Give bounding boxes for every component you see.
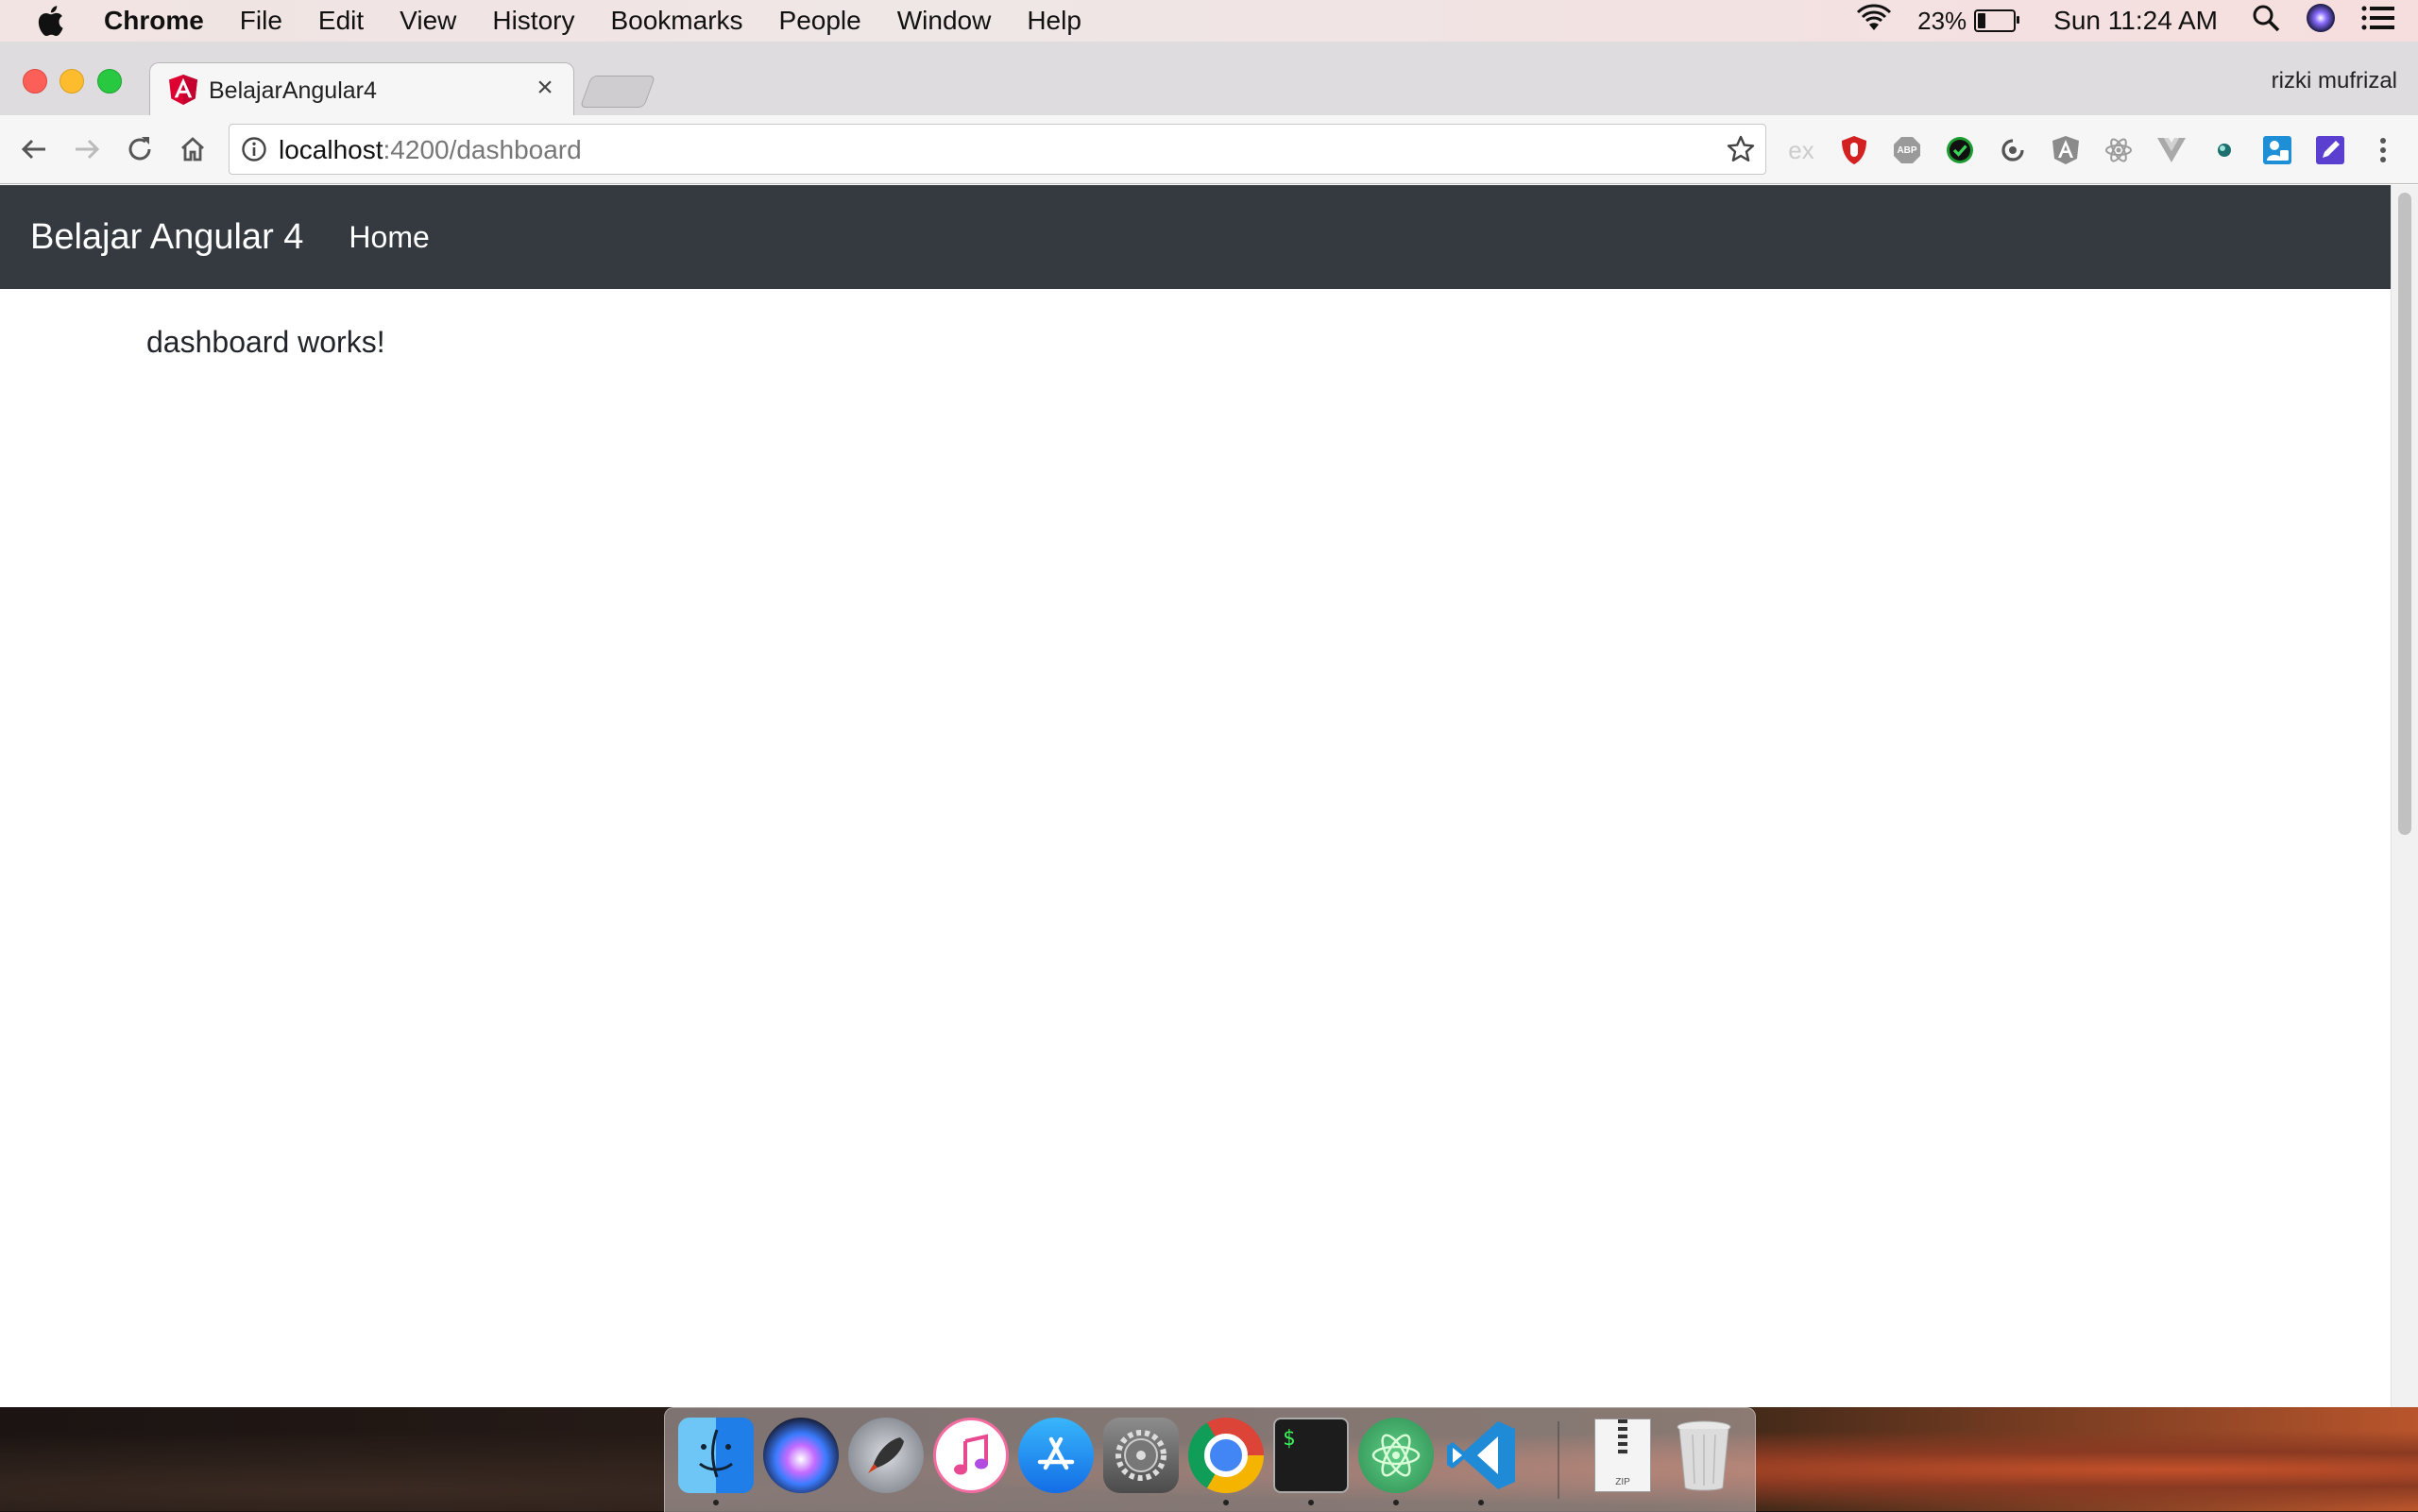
adblock-plus-icon[interactable]: ABP xyxy=(1891,134,1923,166)
zip-zipper xyxy=(1618,1419,1627,1455)
extension-ex-label: ex xyxy=(1788,135,1814,164)
address-bar[interactable]: localhost:4200/dashboard xyxy=(229,124,1766,175)
menu-people[interactable]: People xyxy=(779,6,861,36)
back-icon[interactable] xyxy=(15,130,53,168)
url-host: localhost xyxy=(279,135,383,164)
web-page: Belajar Angular 4 Home dashboard works! xyxy=(0,185,2392,1407)
finder-running-dot xyxy=(713,1500,719,1505)
page-scrollbar-thumb[interactable] xyxy=(2398,193,2411,835)
url-text[interactable]: localhost:4200/dashboard xyxy=(279,135,582,165)
menu-history[interactable]: History xyxy=(492,6,574,36)
menu-view[interactable]: View xyxy=(400,6,456,36)
dock: $ ZIP xyxy=(664,1407,1756,1512)
vscode-running-dot xyxy=(1478,1500,1484,1505)
menu-window[interactable]: Window xyxy=(897,6,992,36)
zoom-window-button[interactable] xyxy=(97,69,122,93)
ublock-icon[interactable] xyxy=(1838,134,1870,166)
atom-icon[interactable] xyxy=(1358,1418,1434,1493)
tab-strip: BelajarAngular4 × rizki mufrizal xyxy=(0,42,2418,116)
zip-archive-icon[interactable]: ZIP xyxy=(1585,1418,1660,1493)
menu-app-chrome[interactable]: Chrome xyxy=(104,6,204,36)
tab-close-icon[interactable]: × xyxy=(530,73,560,103)
zip-file-body: ZIP xyxy=(1594,1419,1651,1492)
chrome-running-dot xyxy=(1223,1500,1229,1505)
menu-file[interactable]: File xyxy=(240,6,282,36)
siri-dock-icon[interactable] xyxy=(763,1418,839,1493)
browser-toolbar: localhost:4200/dashboard ex ABP xyxy=(0,115,2418,184)
tab-belajarangular4[interactable]: BelajarAngular4 × xyxy=(149,62,574,116)
profile-name[interactable]: rizki mufrizal xyxy=(2272,68,2397,94)
launchpad-icon[interactable] xyxy=(848,1418,924,1493)
dot-extension-icon[interactable] xyxy=(2208,134,2240,166)
bookmark-star-icon[interactable] xyxy=(1726,134,1756,164)
spotlight-search-icon[interactable] xyxy=(2252,4,2280,39)
reload-icon[interactable] xyxy=(121,130,159,168)
vue-devtools-icon[interactable] xyxy=(2155,134,2188,166)
minimize-window-button[interactable] xyxy=(60,69,84,93)
menubar: Chrome File Edit View History Bookmarks … xyxy=(0,0,2418,42)
site-info-icon[interactable] xyxy=(241,136,267,162)
sync-icon[interactable] xyxy=(1997,134,2029,166)
siri-icon[interactable] xyxy=(2305,2,2337,41)
angular-favicon-icon xyxy=(169,75,197,105)
app-store-icon[interactable] xyxy=(1018,1418,1094,1493)
menu-edit[interactable]: Edit xyxy=(318,6,364,36)
chrome-dock-center xyxy=(1204,1434,1248,1477)
app-navbar: Belajar Angular 4 Home xyxy=(0,185,2392,289)
chrome-menu-icon[interactable] xyxy=(2367,134,2399,166)
terminal-prompt: $ xyxy=(1283,1427,1296,1451)
battery-percent[interactable]: 23% xyxy=(1917,7,1967,36)
nav-link-home[interactable]: Home xyxy=(349,220,429,255)
terminal-running-dot xyxy=(1308,1500,1314,1505)
angular-extension-icon[interactable] xyxy=(2050,134,2082,166)
atom-running-dot xyxy=(1393,1500,1399,1505)
chrome-dock-icon[interactable] xyxy=(1188,1418,1264,1493)
menu-bookmarks[interactable]: Bookmarks xyxy=(610,6,742,36)
react-devtools-icon[interactable] xyxy=(2103,134,2135,166)
pencil-extension-icon[interactable] xyxy=(2314,134,2346,166)
battery-icon[interactable] xyxy=(1974,9,2020,32)
forward-icon[interactable] xyxy=(68,130,106,168)
menubar-clock[interactable]: Sun 11:24 AM xyxy=(2053,6,2218,36)
chrome-window: BelajarAngular4 × rizki mufrizal localho… xyxy=(0,42,2418,1407)
menu-help[interactable]: Help xyxy=(1027,6,1081,36)
new-tab-button[interactable] xyxy=(579,76,656,108)
battery-fill xyxy=(1978,13,1986,28)
notification-center-icon[interactable] xyxy=(2361,5,2395,38)
vscode-icon[interactable] xyxy=(1443,1418,1519,1493)
navbar-brand[interactable]: Belajar Angular 4 xyxy=(30,217,303,258)
system-preferences-icon[interactable] xyxy=(1103,1418,1179,1493)
wifi-icon[interactable] xyxy=(1855,3,1893,39)
extension-ex-icon[interactable]: ex xyxy=(1785,134,1817,166)
itunes-icon[interactable] xyxy=(933,1418,1009,1493)
check-icon[interactable] xyxy=(1944,134,1976,166)
status-area: 23% Sun 11:24 AM xyxy=(1831,2,2395,41)
dashboard-content: dashboard works! xyxy=(146,325,385,359)
home-icon[interactable] xyxy=(174,130,212,168)
adblock-plus-label: ABP xyxy=(1897,144,1917,156)
contact-extension-icon[interactable] xyxy=(2261,134,2293,166)
dock-separator xyxy=(1558,1421,1559,1499)
finder-icon[interactable] xyxy=(678,1418,754,1493)
terminal-icon[interactable]: $ xyxy=(1273,1418,1349,1493)
trash-icon[interactable] xyxy=(1666,1418,1742,1493)
zip-label: ZIP xyxy=(1615,1477,1630,1487)
apple-icon[interactable] xyxy=(36,5,66,37)
tab-title: BelajarAngular4 xyxy=(209,77,377,104)
url-path: :4200/dashboard xyxy=(383,135,582,164)
close-window-button[interactable] xyxy=(23,69,47,93)
